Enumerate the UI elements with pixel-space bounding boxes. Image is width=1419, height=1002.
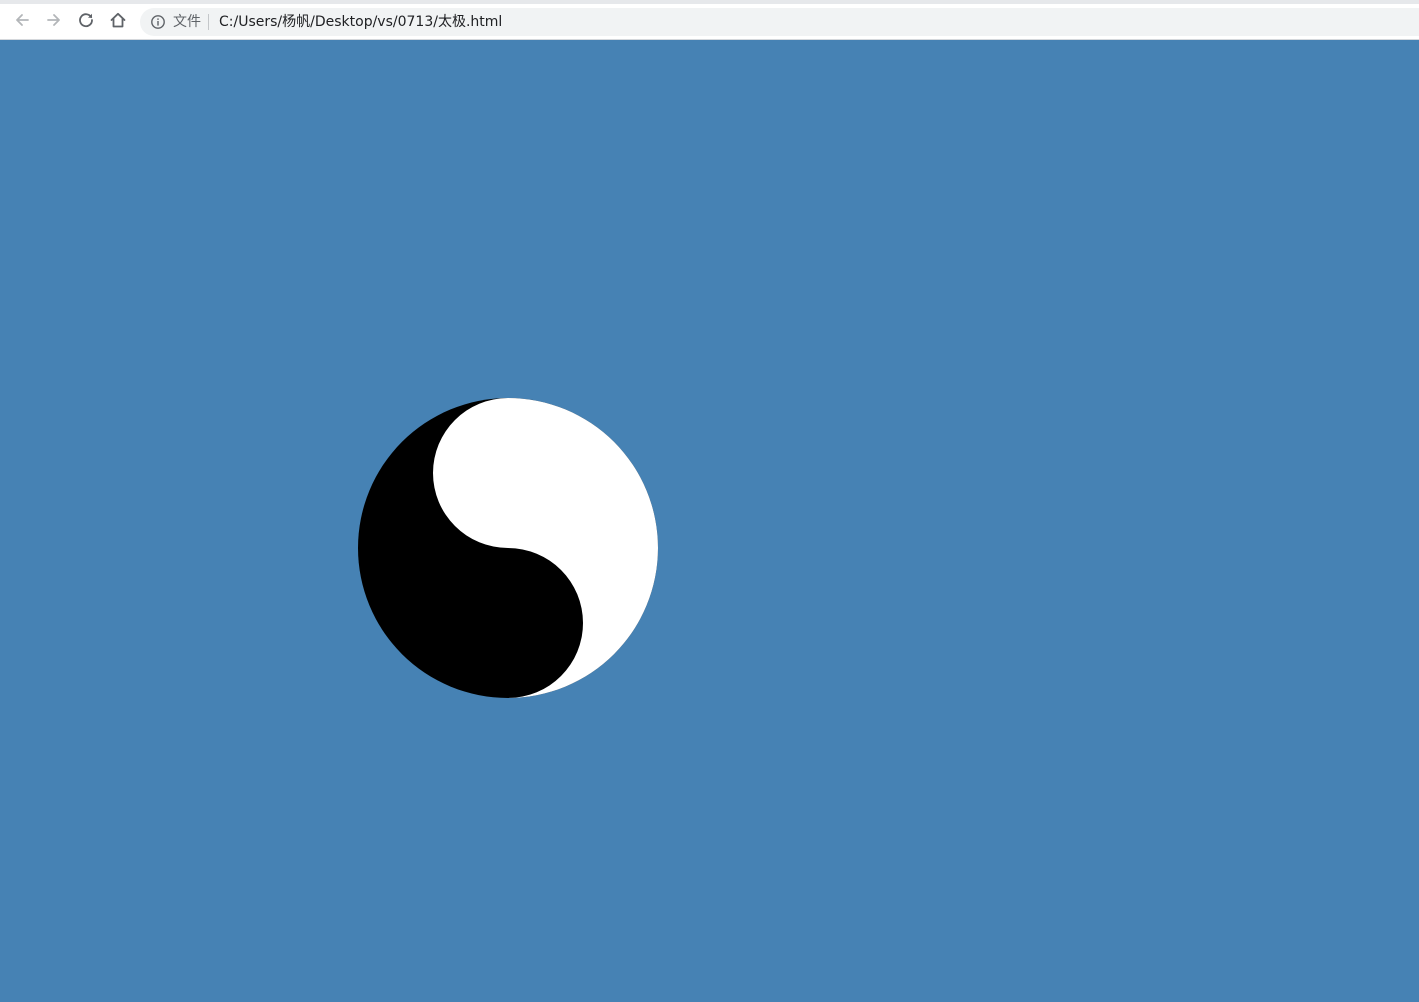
url-text[interactable]: C:/Users/杨帆/Desktop/vs/0713/太极.html — [219, 13, 502, 31]
reload-icon — [79, 13, 93, 28]
browser-toolbar: 文件 C:/Users/杨帆/Desktop/vs/0713/太极.html — [0, 4, 1419, 40]
forward-button[interactable] — [40, 6, 68, 34]
site-info-label[interactable]: 文件 — [173, 13, 201, 31]
home-button[interactable] — [104, 6, 132, 34]
arrow-left-icon — [16, 14, 29, 26]
info-icon[interactable] — [150, 14, 166, 30]
omnibox-divider — [208, 14, 209, 30]
home-icon — [110, 12, 126, 28]
arrow-right-icon — [47, 14, 60, 26]
back-button[interactable] — [8, 6, 36, 34]
reload-button[interactable] — [72, 6, 100, 34]
page-viewport — [0, 40, 1419, 1002]
taiji-symbol — [358, 398, 658, 698]
address-bar[interactable]: 文件 C:/Users/杨帆/Desktop/vs/0713/太极.html — [140, 8, 1419, 36]
